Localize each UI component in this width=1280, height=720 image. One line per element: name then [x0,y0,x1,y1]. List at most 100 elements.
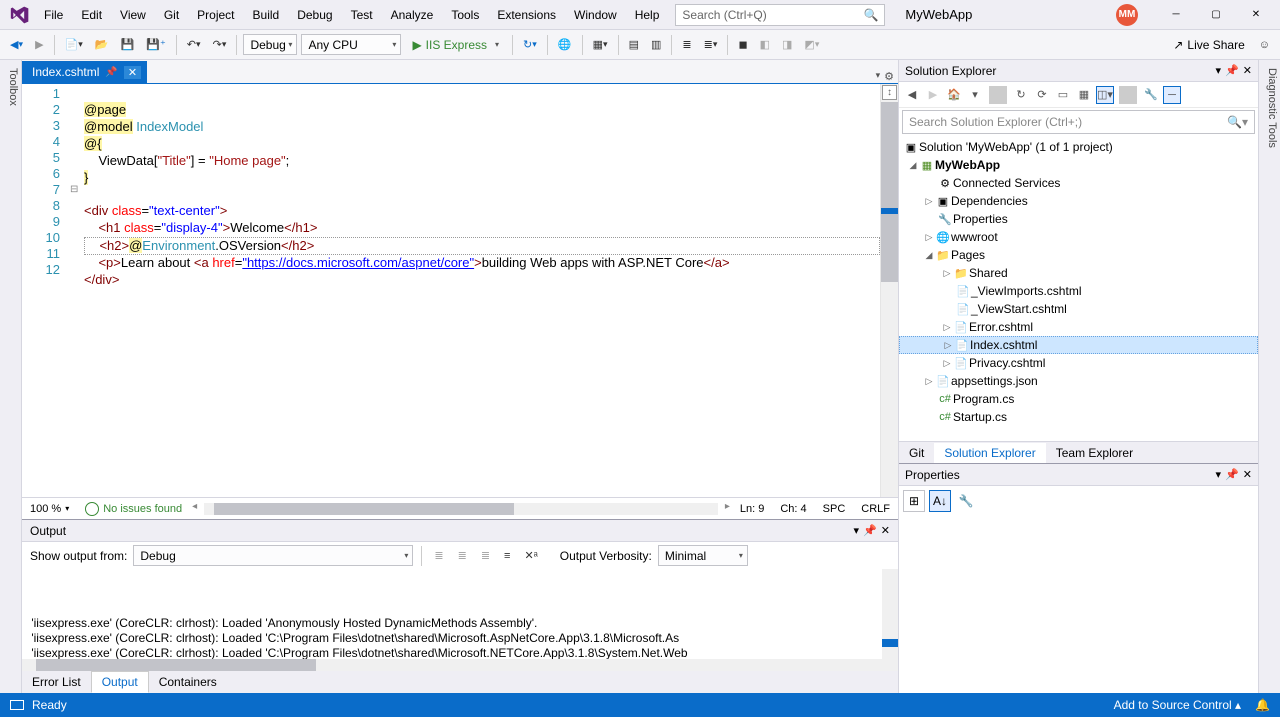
menu-window[interactable]: Window [566,4,625,26]
se-sync-icon[interactable]: ↻ [1012,86,1030,104]
se-collapse-icon[interactable]: ▭ [1054,86,1072,104]
menu-help[interactable]: Help [627,4,668,26]
menu-view[interactable]: View [112,4,154,26]
se-properties-icon[interactable]: 🔧 [1142,86,1160,104]
out-tb-2[interactable]: ≣ [454,547,471,564]
tb-icon-5[interactable]: ≣▾ [700,36,722,53]
zoom-select[interactable]: 100 % [30,503,69,515]
tree-startup[interactable]: c#Startup.cs [899,408,1258,426]
se-pin-icon[interactable]: 📌 [1225,64,1239,77]
tb-icon-1[interactable]: ▦▾ [589,36,612,53]
menu-test[interactable]: Test [343,4,381,26]
tb-icon-3[interactable]: ▥ [647,36,665,53]
properties-grid[interactable] [899,516,1258,693]
tree-viewstart[interactable]: 📄_ViewStart.cshtml [899,300,1258,318]
menu-debug[interactable]: Debug [289,4,340,26]
pin-icon[interactable]: 📌 [105,67,117,78]
notifications-icon[interactable]: 🔔 [1255,698,1270,712]
tb-icon-8[interactable]: ◩▾ [800,36,823,53]
tb-icon-6[interactable]: ◧ [756,36,774,53]
props-wrench-icon[interactable]: 🔧 [955,490,977,512]
verbosity-select[interactable]: Minimal [658,545,748,566]
tab-settings-icon[interactable]: ⚙ [884,70,894,83]
output-source-select[interactable]: Debug [133,545,413,566]
se-tab-team[interactable]: Team Explorer [1046,443,1143,463]
se-search[interactable]: Search Solution Explorer (Ctrl+;) 🔍▾ [902,110,1255,134]
toolbox-tab[interactable]: Toolbox [0,60,22,693]
output-text[interactable]: 'iisexpress.exe' (CoreCLR: clrhost): Loa… [22,569,898,659]
se-view-icon[interactable]: ─ [1163,86,1181,104]
live-share-button[interactable]: ↗Live Share [1167,36,1250,54]
tree-solution[interactable]: ▣Solution 'MyWebApp' (1 of 1 project) [899,138,1258,156]
menu-git[interactable]: Git [156,4,187,26]
se-refresh-icon[interactable]: ⟳ [1033,86,1051,104]
out-tb-4[interactable]: ≡ [500,548,514,564]
output-dropdown-icon[interactable]: ▾ [854,524,860,537]
tab-overflow-icon[interactable]: ▾ [876,70,881,83]
refresh-icon[interactable]: ↻▾ [519,36,541,53]
editor-vscrollbar[interactable]: ↕ [880,84,898,497]
navigate-fwd-icon[interactable]: ▶ [31,36,47,53]
output-hscrollbar[interactable] [22,659,898,671]
tb-icon-4[interactable]: ≣ [678,36,695,53]
tb-icon-2[interactable]: ▤ [625,36,643,53]
navigate-back-icon[interactable]: ◀▾ [6,36,27,53]
menu-tools[interactable]: Tools [443,4,487,26]
split-icon[interactable]: ↕ [882,85,897,100]
solution-tree[interactable]: ▣Solution 'MyWebApp' (1 of 1 project) ◢▦… [899,136,1258,441]
editor-hscrollbar[interactable] [204,503,718,515]
se-back-icon[interactable]: ◀ [903,86,921,104]
out-tb-5[interactable]: ✕ᵃ [520,547,541,564]
se-close-icon[interactable]: ✕ [1243,64,1252,77]
new-project-icon[interactable]: 📄▾ [61,36,87,53]
user-avatar[interactable]: MM [1116,4,1138,26]
se-home-icon[interactable]: 🏠 [945,86,963,104]
se-save-icon[interactable]: ▾ [966,86,984,104]
tab-error-list[interactable]: Error List [22,672,91,692]
issues-indicator[interactable]: No issues found [85,502,182,516]
se-tab-git[interactable]: Git [899,443,934,463]
save-icon[interactable]: 💾 [117,36,139,53]
tab-containers[interactable]: Containers [149,672,227,692]
props-dropdown-icon[interactable]: ▾ [1216,468,1222,481]
menu-project[interactable]: Project [189,4,242,26]
close-tab-icon[interactable]: ✕ [124,66,141,79]
code-editor[interactable]: 123456789101112 ⊟ @page @model IndexMode… [22,84,898,497]
se-preview-icon[interactable]: ◫▾ [1096,86,1114,104]
start-debug-button[interactable]: ▶ IIS Express [405,34,506,55]
props-cat-icon[interactable]: ⊞ [903,490,925,512]
menu-extensions[interactable]: Extensions [489,4,564,26]
feedback-icon[interactable]: ☺ [1255,37,1274,53]
output-close-icon[interactable]: ✕ [881,524,890,537]
tb-icon-7[interactable]: ◨ [778,36,796,53]
diagnostic-tools-tab[interactable]: Diagnostic Tools [1258,60,1280,693]
configuration-select[interactable]: Debug [243,34,297,55]
tree-pages[interactable]: ◢📁Pages [899,246,1258,264]
fold-column[interactable]: ⊟ [70,84,84,497]
se-dropdown-icon[interactable]: ▾ [1216,64,1222,77]
redo-icon[interactable]: ↷▾ [209,36,231,53]
browser-link-icon[interactable]: 🌐 [554,36,576,53]
bookmark-icon[interactable]: ◼ [734,36,751,53]
tree-viewimports[interactable]: 📄_ViewImports.cshtml [899,282,1258,300]
tree-privacy[interactable]: ▷📄Privacy.cshtml [899,354,1258,372]
quick-search[interactable]: Search (Ctrl+Q) 🔍 [675,4,885,26]
menu-analyze[interactable]: Analyze [383,4,442,26]
tab-output[interactable]: Output [91,671,149,693]
file-tab-index[interactable]: Index.cshtml 📌 ✕ [22,61,147,83]
undo-icon[interactable]: ↶▾ [183,36,205,53]
platform-select[interactable]: Any CPU [301,34,401,55]
tree-error[interactable]: ▷📄Error.cshtml [899,318,1258,336]
props-pin-icon[interactable]: 📌 [1225,468,1239,481]
out-tb-1[interactable]: ≣ [430,547,447,564]
out-tb-3[interactable]: ≣ [477,547,494,564]
add-source-control[interactable]: Add to Source Control ▴ [1114,698,1241,712]
tree-project[interactable]: ◢▦MyWebApp [899,156,1258,174]
tree-wwwroot[interactable]: ▷🌐wwwroot [899,228,1258,246]
open-file-icon[interactable]: 📂 [91,36,113,53]
tree-properties[interactable]: 🔧Properties [899,210,1258,228]
menu-build[interactable]: Build [245,4,288,26]
save-all-icon[interactable]: 💾⁺ [142,36,170,53]
tree-index[interactable]: ▷📄Index.cshtml [899,336,1258,354]
tree-appsettings[interactable]: ▷📄appsettings.json [899,372,1258,390]
